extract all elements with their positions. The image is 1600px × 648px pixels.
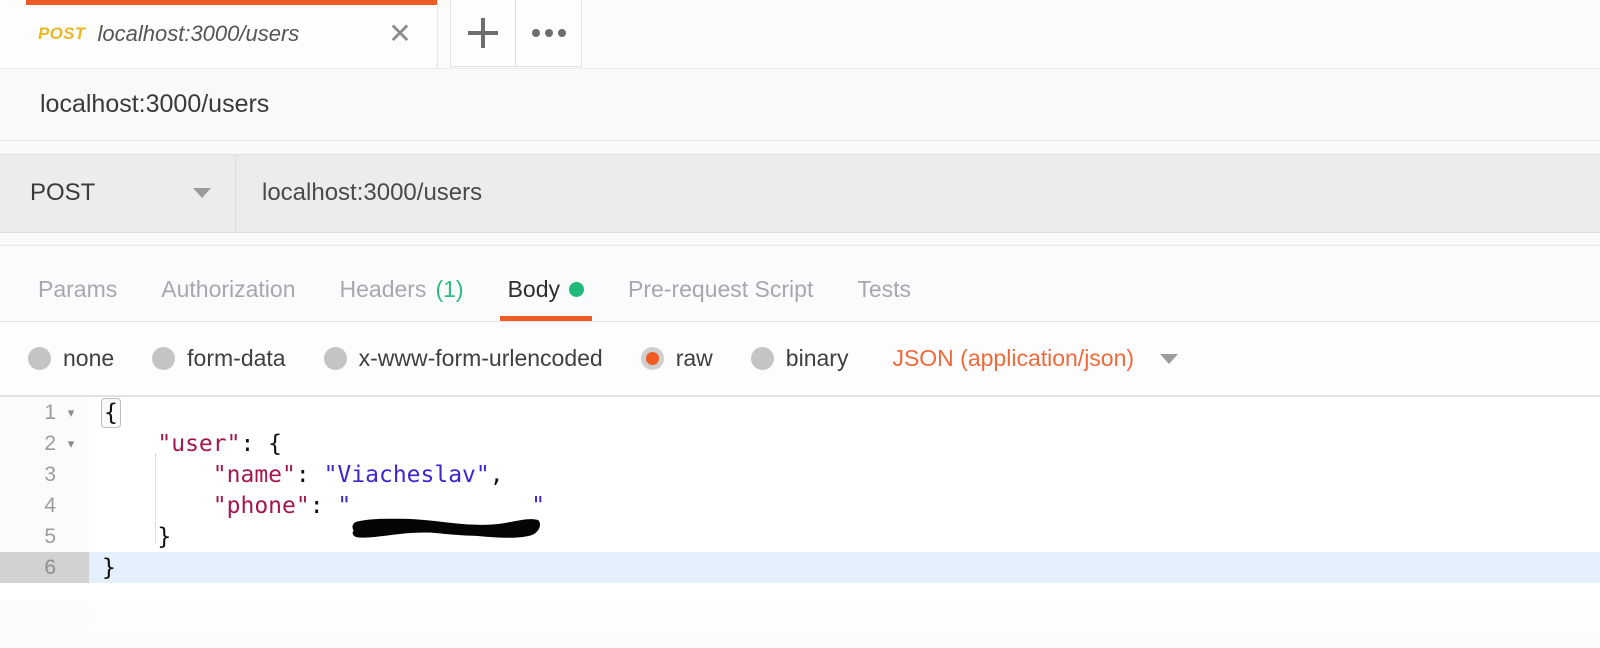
body-present-dot-icon (569, 282, 584, 297)
tab-pre-request-script[interactable]: Pre-request Script (606, 276, 835, 321)
tab-title-label: localhost:3000/users (97, 21, 300, 46)
tab-label: Params (38, 276, 118, 302)
body-mode-row: none form-data x-www-form-urlencoded raw… (0, 322, 1600, 396)
line-number: 6 (44, 555, 56, 579)
content-type-select[interactable]: JSON (application/json) (892, 345, 1179, 372)
radio-label: form-data (187, 345, 286, 371)
json-brace: { (101, 397, 121, 428)
radio-label: none (63, 345, 115, 371)
radio-label: x-www-form-urlencoded (358, 345, 603, 371)
body-mode-urlencoded[interactable]: x-www-form-urlencoded (323, 345, 603, 372)
editor-bottom-strip (0, 601, 1600, 625)
url-bar-row: POST localhost:3000/users (0, 141, 1600, 246)
tab-label: Pre-request Script (628, 276, 814, 302)
tab-tests[interactable]: Tests (835, 276, 933, 321)
code-line-active[interactable]: 6 } (0, 552, 1600, 583)
code-text: "user": { (89, 431, 282, 457)
body-mode-raw[interactable]: raw (640, 345, 713, 372)
chevron-down-icon (1160, 353, 1179, 364)
line-gutter: 3 (0, 459, 89, 490)
http-method-select[interactable]: POST (0, 154, 236, 232)
chevron-down-icon (193, 188, 211, 198)
code-text: } (89, 524, 171, 550)
json-brace: } (102, 554, 116, 581)
page-title: localhost:3000/users (40, 90, 270, 118)
active-tab-underline (499, 316, 592, 321)
request-body-editor[interactable]: 1 ▾ { 2 ▾ "user": { 3 "name": "Viachesla… (0, 396, 1600, 625)
code-text: } (89, 555, 116, 581)
line-number: 5 (44, 524, 56, 548)
tab-label: Headers (339, 276, 427, 302)
tab-body[interactable]: Body (486, 276, 606, 321)
json-key: "phone" (212, 492, 310, 519)
radio-label: binary (785, 345, 849, 371)
headers-count-badge: (1) (435, 276, 464, 302)
json-punct: , (489, 461, 504, 488)
url-bar: POST localhost:3000/users (0, 153, 1600, 233)
line-gutter: 5 (0, 521, 89, 552)
postman-request-builder: POST localhost:3000/users ✕ localhost:30… (0, 0, 1600, 648)
request-section-tabs: Params Authorization Headers (1) Body Pr… (0, 246, 1600, 322)
active-tab-accent-bar (26, 0, 437, 5)
json-punct: : (295, 461, 324, 488)
gutter-filler (0, 601, 89, 625)
close-icon[interactable]: ✕ (385, 19, 415, 49)
request-tab-active[interactable]: POST localhost:3000/users ✕ (0, 0, 438, 68)
code-line[interactable]: 4 "phone": " " (0, 490, 1600, 521)
tab-headers[interactable]: Headers (1) (318, 276, 486, 321)
tab-options-button[interactable] (516, 0, 582, 67)
radio-icon (323, 347, 347, 370)
line-gutter: 2 ▾ (0, 428, 89, 459)
body-mode-form-data[interactable]: form-data (152, 345, 286, 372)
line-number: 3 (44, 462, 56, 486)
radio-icon (152, 347, 176, 370)
tab-params[interactable]: Params (16, 276, 139, 321)
json-string-value-redacted: " " (337, 492, 546, 519)
body-mode-none[interactable]: none (28, 345, 114, 372)
code-text: "phone": " " (89, 493, 545, 519)
http-method-value: POST (30, 179, 96, 206)
line-gutter: 4 (0, 490, 89, 521)
tab-label: Body (507, 276, 560, 302)
json-key: "name" (212, 461, 296, 488)
tab-bar: POST localhost:3000/users ✕ (0, 0, 1600, 68)
code-line[interactable]: 1 ▾ { (0, 397, 1600, 428)
radio-icon (750, 347, 774, 370)
line-number: 1 (44, 400, 56, 424)
line-number: 2 (44, 431, 56, 455)
code-line[interactable]: 3 "name": "Viacheslav", (0, 459, 1600, 490)
tab-label: Authorization (161, 276, 296, 302)
code-text: "name": "Viacheslav", (89, 462, 504, 488)
content-type-value: JSON (application/json) (892, 345, 1135, 371)
tab-authorization[interactable]: Authorization (139, 276, 317, 321)
line-gutter: 6 (0, 552, 89, 583)
radio-icon (28, 347, 51, 370)
url-input[interactable]: localhost:3000/users (236, 155, 1600, 232)
json-string-value: "Viacheslav" (323, 461, 490, 488)
tab-label: Tests (857, 276, 912, 302)
plus-icon (468, 18, 498, 48)
fold-arrow-icon[interactable]: ▾ (62, 405, 80, 421)
radio-label: raw (675, 345, 713, 371)
json-key: "user" (157, 430, 241, 457)
tab-method-label: POST (38, 24, 86, 43)
ellipsis-icon (531, 29, 566, 37)
fold-arrow-icon[interactable]: ▾ (62, 436, 80, 452)
line-gutter: 1 ▾ (0, 397, 89, 428)
json-punct: : { (240, 430, 283, 457)
code-text: { (89, 397, 121, 428)
radio-icon-selected (640, 347, 664, 370)
code-line[interactable]: 5 } (0, 521, 1600, 552)
json-brace: } (157, 523, 172, 550)
body-mode-binary[interactable]: binary (750, 345, 849, 372)
new-tab-button[interactable] (450, 0, 516, 67)
request-name-header: localhost:3000/users (0, 68, 1600, 141)
code-line[interactable]: 2 ▾ "user": { (0, 428, 1600, 459)
json-punct: : (309, 492, 338, 519)
tab-actions-group (450, 0, 582, 67)
line-number: 4 (44, 493, 56, 517)
